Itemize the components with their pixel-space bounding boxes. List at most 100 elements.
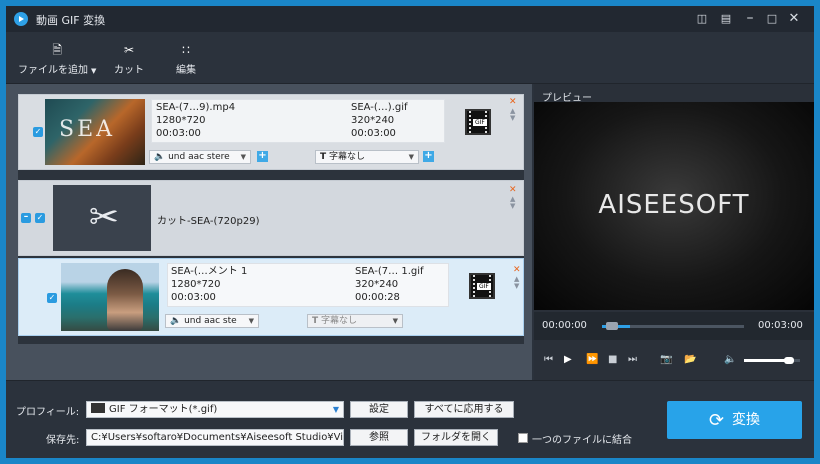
subtitle-value: 字幕なし xyxy=(329,152,366,162)
chevron-down-icon: ▼ xyxy=(240,153,246,161)
film-scissors-icon: ✂ xyxy=(88,197,120,238)
edit-sparkle-icon: ∷ xyxy=(182,43,190,57)
add-file-icon: 🗎 xyxy=(52,43,63,57)
speaker-icon: 🔈 xyxy=(170,316,182,326)
source-filename: SEA-(7…9).mp4 xyxy=(156,102,236,113)
save-path-input[interactable]: C:¥Users¥softaro¥Documents¥Aiseesoft Stu… xyxy=(86,429,344,446)
remove-icon[interactable]: ✕ xyxy=(509,97,517,107)
source-resolution: 1280*720 xyxy=(156,115,206,126)
stop-icon[interactable]: ■ xyxy=(608,354,617,366)
merge-label: 一つのファイルに結合 xyxy=(532,435,632,446)
cut-label: カット xyxy=(114,65,144,76)
register-icon[interactable]: ▤ xyxy=(718,11,734,27)
fast-forward-icon[interactable]: ⏩ xyxy=(586,354,598,366)
add-audio-icon[interactable]: + xyxy=(257,151,268,162)
cut-thumbnail: ✂ xyxy=(53,185,151,251)
profile-value: GIF フォーマット(*.gif) xyxy=(109,404,218,415)
folder-icon[interactable]: 📂 xyxy=(684,354,696,366)
remove-icon[interactable]: ✕ xyxy=(513,265,521,275)
add-file-button[interactable]: 🗎 ファイルを追加 ▼ xyxy=(18,42,96,76)
source-duration: 00:03:00 xyxy=(171,292,216,303)
item-checkbox[interactable]: ✓ xyxy=(33,127,43,137)
next-icon[interactable]: ⏭ xyxy=(628,354,637,366)
convert-label: 変換 xyxy=(732,412,761,428)
toolbar: 🗎 ファイルを追加 ▼ ✂ カット ∷ 編集 xyxy=(6,32,814,84)
window-title: 動画 GIF 変換 xyxy=(36,14,106,27)
feedback-icon[interactable]: ◫ xyxy=(694,11,710,27)
close-icon[interactable]: ✕ xyxy=(786,11,802,27)
edit-label: 編集 xyxy=(176,65,196,76)
video-canvas[interactable]: AISEESOFT xyxy=(534,102,814,310)
audio-track-value: und aac ste xyxy=(184,316,237,326)
speaker-icon: 🔈 xyxy=(154,152,166,162)
settings-button[interactable]: 設定 xyxy=(350,401,408,418)
brand-logo-text: AISEESOFT xyxy=(598,190,750,220)
gif-format-icon[interactable]: GIF xyxy=(465,109,491,135)
subtitle-select[interactable]: T 字幕なし ▼ xyxy=(315,150,419,164)
remove-icon[interactable]: ✕ xyxy=(509,185,517,195)
text-icon: T xyxy=(320,152,327,162)
chevron-down-icon: ▼ xyxy=(332,405,339,414)
profile-label: プロフィール: xyxy=(16,407,80,418)
volume-handle[interactable] xyxy=(783,357,794,364)
apply-to-all-button[interactable]: すべてに応用する xyxy=(414,401,514,418)
output-duration: 00:03:00 xyxy=(351,128,396,139)
gif-format-icon[interactable]: GIF xyxy=(469,273,495,299)
seek-slider[interactable] xyxy=(602,322,744,330)
convert-button[interactable]: ⟳ 変換 xyxy=(667,401,802,439)
play-icon[interactable]: ▶ xyxy=(564,354,572,366)
audio-track-select[interactable]: 🔈 und aac ste ▼ xyxy=(165,314,259,328)
previous-icon[interactable]: ⏮ xyxy=(544,354,553,366)
audio-track-select[interactable]: 🔈 und aac stere ▼ xyxy=(149,150,251,164)
chevron-down-icon: ▼ xyxy=(408,153,414,161)
convert-icon: ⟳ xyxy=(708,410,725,431)
minimize-icon[interactable]: – xyxy=(742,11,758,27)
move-down-icon[interactable]: ▼ xyxy=(514,283,519,290)
edit-button[interactable]: ∷ 編集 xyxy=(176,42,196,76)
subtitle-value: 字幕なし xyxy=(321,316,358,326)
seek-handle[interactable] xyxy=(606,322,619,330)
output-filename[interactable]: SEA-(7… 1.gif xyxy=(355,265,424,278)
group-label: カット-SEA-(720p29) xyxy=(157,216,260,227)
maximize-icon[interactable]: □ xyxy=(764,11,780,27)
volume-level xyxy=(744,359,789,362)
list-item[interactable]: ✓ SEA SEA-(7…9).mp4 1280*720 00:03:00 SE… xyxy=(18,94,524,170)
group-header[interactable]: – ✓ ✂ カット-SEA-(720p29) ✕ ▲ ▼ xyxy=(18,180,524,256)
browse-button[interactable]: 参照 xyxy=(350,429,408,446)
open-folder-button[interactable]: フォルダを開く xyxy=(414,429,498,446)
move-down-icon[interactable]: ▼ xyxy=(510,115,515,122)
video-thumbnail xyxy=(61,263,159,331)
profile-select[interactable]: GIF フォーマット(*.gif) ▼ xyxy=(86,401,344,418)
title-bar: 動画 GIF 変換 ◫ ▤ – □ ✕ xyxy=(6,6,814,32)
move-down-icon[interactable]: ▼ xyxy=(510,203,515,210)
item-checkbox[interactable]: ✓ xyxy=(47,293,57,303)
add-file-label: ファイルを追加 xyxy=(18,65,88,76)
cut-button[interactable]: ✂ カット xyxy=(114,42,144,76)
output-settings-bar: プロフィール: GIF フォーマット(*.gif) ▼ 設定 すべてに応用する … xyxy=(6,380,814,458)
snapshot-icon[interactable]: 📷 xyxy=(660,354,672,366)
source-filename: SEA-(…メント 1 xyxy=(171,266,248,277)
list-item[interactable]: ✓ SEA-(…メント 1 1280*720 00:03:00 SEA-(7… … xyxy=(18,258,524,336)
output-filename[interactable]: SEA-(…).gif xyxy=(351,101,408,114)
total-time: 00:03:00 xyxy=(758,320,803,331)
chevron-down-icon[interactable]: ▼ xyxy=(91,67,96,75)
output-resolution: 320*240 xyxy=(355,279,399,290)
volume-slider[interactable] xyxy=(744,357,800,364)
chevron-down-icon: ▼ xyxy=(392,317,398,325)
add-subtitle-icon[interactable]: + xyxy=(423,151,434,162)
app-logo-icon xyxy=(14,12,28,26)
audio-track-value: und aac stere xyxy=(168,152,230,162)
save-to-label: 保存先: xyxy=(46,435,80,446)
chevron-down-icon: ▼ xyxy=(248,317,254,325)
source-resolution: 1280*720 xyxy=(171,279,221,290)
file-list-panel: ✓ SEA SEA-(7…9).mp4 1280*720 00:03:00 SE… xyxy=(6,84,532,380)
collapse-icon[interactable]: – xyxy=(21,213,31,223)
seek-bar-row: 00:00:00 00:03:00 xyxy=(534,312,814,340)
video-thumbnail: SEA xyxy=(45,99,145,165)
subtitle-select[interactable]: T 字幕なし ▼ xyxy=(307,314,403,328)
merge-checkbox[interactable] xyxy=(518,433,528,443)
group-checkbox[interactable]: ✓ xyxy=(35,213,45,223)
playback-controls: ⏮ ▶ ⏩ ■ ⏭ 📷 📂 🔈 xyxy=(534,340,814,380)
volume-icon[interactable]: 🔈 xyxy=(724,354,736,366)
file-list: ✓ SEA SEA-(7…9).mp4 1280*720 00:03:00 SE… xyxy=(18,94,524,344)
